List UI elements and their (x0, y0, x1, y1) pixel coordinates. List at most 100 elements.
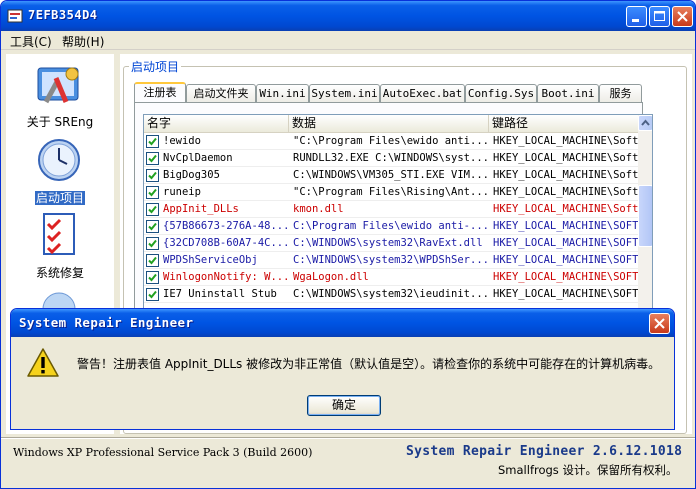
scroll-thumb[interactable] (638, 185, 652, 247)
tab-startup-folder[interactable]: 启动文件夹 (186, 84, 256, 103)
cell-keypath: HKEY_LOCAL_MACHINE\Softw (493, 203, 638, 215)
title-bar[interactable]: 7EFB354D4 (1, 1, 695, 31)
chevron-up-icon (641, 119, 650, 126)
tab-registry[interactable]: 注册表 (134, 82, 186, 104)
cell-data: RUNDLL32.EXE C:\WINDOWS\syst... (293, 152, 487, 164)
checkmark-icon (148, 205, 157, 214)
dialog-title: System Repair Engineer (19, 315, 194, 330)
cell-data: C:\WINDOWS\system32\RavExt.dll (293, 237, 483, 249)
table-row[interactable]: NvCplDaemon RUNDLL32.EXE C:\WINDOWS\syst.… (144, 150, 638, 167)
checkmark-icon (148, 239, 157, 248)
warning-dialog: System Repair Engineer 警告！注册表值 AppInit_D… (10, 308, 675, 430)
nav-label-repair: 系统修复 (35, 266, 84, 280)
table-row[interactable]: {57B86673-276A-48... C:\Program Files\ewi… (144, 218, 638, 235)
window-title: 7EFB354D4 (28, 8, 98, 22)
table-row[interactable]: IE7 Uninstall Stub C:\WINDOWS\system32\ie… (144, 286, 638, 303)
row-checkbox[interactable] (146, 254, 159, 267)
table-row[interactable]: runeip "C:\Program Files\Rising\Ant... HKE… (144, 184, 638, 201)
column-keypath[interactable]: 键路径 (489, 115, 638, 133)
table-row[interactable]: {32CD708B-60A7-4C... C:\WINDOWS\system32\… (144, 235, 638, 252)
cell-keypath: HKEY_LOCAL_MACHINE\SOFTW (493, 237, 638, 249)
column-name[interactable]: 名字 (144, 115, 289, 133)
row-checkbox[interactable] (146, 271, 159, 284)
minimize-icon (632, 19, 639, 22)
cell-data: kmon.dll (293, 203, 344, 215)
product-version: System Repair Engineer 2.6.12.1018 (406, 444, 683, 459)
cell-data: WgaLogon.dll (293, 271, 369, 283)
checkmark-icon (148, 137, 157, 146)
maximize-icon (654, 11, 665, 21)
cell-name: {32CD708B-60A7-4C... (163, 237, 289, 249)
table-row[interactable]: AppInit_DLLs kmon.dll HKEY_LOCAL_MACHINE\S… (144, 201, 638, 218)
warning-icon (27, 348, 59, 377)
maximize-button[interactable] (649, 6, 670, 27)
group-title: 启动项目 (129, 58, 182, 75)
status-separator (1, 437, 695, 439)
tools-icon (37, 67, 79, 104)
row-checkbox[interactable] (146, 135, 159, 148)
cell-keypath: HKEY_LOCAL_MACHINE\SOFTW (493, 271, 638, 283)
os-version: Windows XP Professional Service Pack 3 (… (13, 446, 313, 459)
vertical-scrollbar[interactable] (638, 115, 652, 313)
cell-data: C:\Program Files\ewido anti-... (293, 220, 487, 232)
cell-name: AppInit_DLLs (163, 203, 239, 215)
dialog-close-button[interactable] (649, 313, 670, 334)
app-icon (7, 9, 23, 23)
clock-icon (38, 139, 80, 181)
table-row[interactable]: WPDShServiceObj C:\WINDOWS\system32\WPDSh… (144, 252, 638, 269)
nav-label-startup: 启动项目 (34, 191, 85, 205)
row-checkbox[interactable] (146, 237, 159, 250)
table-row[interactable]: !ewido "C:\Program Files\ewido anti... HKE… (144, 133, 638, 150)
row-checkbox[interactable] (146, 203, 159, 216)
cell-name: runeip (163, 186, 201, 198)
table-row[interactable]: WinlogonNotify: W... WgaLogon.dll HKEY_LOC… (144, 269, 638, 286)
close-button[interactable] (672, 6, 693, 27)
column-data[interactable]: 数据 (289, 115, 489, 133)
cell-keypath: HKEY_LOCAL_MACHINE\Softw (493, 186, 638, 198)
tab-boot-ini[interactable]: Boot.ini (537, 84, 599, 103)
minimize-button[interactable] (626, 6, 647, 27)
row-checkbox[interactable] (146, 152, 159, 165)
cell-name: !ewido (163, 135, 201, 147)
checklist-icon (43, 213, 75, 255)
cell-data: "C:\Program Files\Rising\Ant... (293, 186, 487, 198)
cell-data: C:\WINDOWS\VM305_STI.EXE VIM... (293, 169, 487, 181)
startup-list[interactable]: 名字 数据 键路径 !ewido "C:\Program Files\ewido … (143, 114, 653, 314)
row-checkbox[interactable] (146, 186, 159, 199)
cell-data: "C:\Program Files\ewido anti... (293, 135, 487, 147)
nav-label-about: 关于 SREng (26, 115, 94, 129)
cell-data: C:\WINDOWS\system32\ieudinit... (293, 288, 487, 300)
checkmark-icon (148, 256, 157, 265)
cell-keypath: HKEY_LOCAL_MACHINE\SOFTW (493, 288, 638, 300)
row-checkbox[interactable] (146, 288, 159, 301)
cell-keypath: HKEY_LOCAL_MACHINE\SOFTW (493, 220, 638, 232)
tab-system-ini[interactable]: System.ini (309, 84, 380, 103)
ok-button[interactable]: 确定 (307, 395, 381, 416)
cell-keypath: HKEY_LOCAL_MACHINE\Softw (493, 152, 638, 164)
cell-keypath: HKEY_LOCAL_MACHINE\SOFTW (493, 254, 638, 266)
menu-bar: 工具(C) 帮助(H) (1, 31, 695, 50)
menu-help[interactable]: 帮助(H) (62, 33, 104, 50)
table-row[interactable]: BigDog305 C:\WINDOWS\VM305_STI.EXE VIM...… (144, 167, 638, 184)
row-checkbox[interactable] (146, 169, 159, 182)
cell-data: C:\WINDOWS\system32\WPDShSer... (293, 254, 487, 266)
cell-name: {57B86673-276A-48... (163, 220, 289, 232)
cell-name: IE7 Uninstall Stub (163, 288, 277, 300)
checkmark-icon (148, 290, 157, 299)
tab-services[interactable]: 服务 (599, 84, 642, 103)
checkmark-icon (148, 188, 157, 197)
cell-name: NvCplDaemon (163, 152, 233, 164)
checkmark-icon (148, 273, 157, 282)
tab-win-ini[interactable]: Win.ini (256, 84, 309, 103)
close-icon (654, 318, 665, 329)
row-checkbox[interactable] (146, 220, 159, 233)
scroll-up-button[interactable] (638, 115, 652, 131)
cell-name: BigDog305 (163, 169, 220, 181)
tab-config-sys[interactable]: Config.Sys (465, 84, 537, 103)
menu-tools[interactable]: 工具(C) (10, 33, 52, 50)
cell-keypath: HKEY_LOCAL_MACHINE\Softw (493, 169, 638, 181)
cell-name: WinlogonNotify: W... (163, 271, 289, 283)
dialog-title-bar[interactable]: System Repair Engineer (11, 309, 674, 337)
tab-autoexec[interactable]: AutoExec.bat (380, 84, 465, 103)
copyright: Smallfrogs 设计。保留所有权利。 (498, 463, 678, 477)
